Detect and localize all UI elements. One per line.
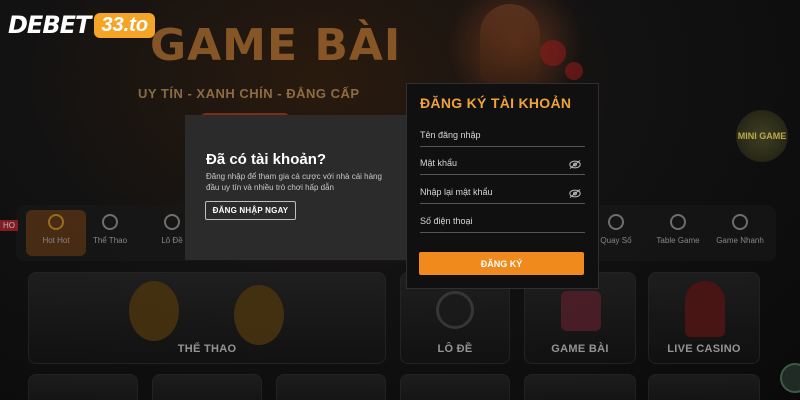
game-card[interactable] (400, 374, 510, 400)
confirm-password-placeholder: Nhập lại mật khẩu (420, 187, 493, 197)
phone-placeholder: Số điện thoại (420, 216, 473, 226)
nav-item-label: Hot Hot (42, 236, 70, 245)
password-field[interactable]: Mật khẩu (420, 151, 585, 175)
nav-item-the-thao[interactable]: Thể Thao (80, 210, 140, 256)
casino-chip-icon (540, 40, 566, 66)
mini-game-label: MINI GAME (737, 131, 787, 141)
nav-item-label: Lô Đề (161, 236, 183, 245)
playing-cards-icon (561, 291, 601, 331)
chat-icon[interactable] (780, 363, 800, 393)
hot-icon (48, 214, 64, 230)
username-field[interactable]: Tên đăng nhập (420, 123, 585, 147)
player-image (129, 281, 179, 341)
nav-item-table-game[interactable]: Table Game (648, 210, 708, 256)
card-label: THỂ THAO (177, 343, 237, 355)
card-label: LIVE CASINO (667, 343, 741, 355)
eye-off-icon[interactable] (569, 189, 581, 198)
eye-off-icon[interactable] (569, 160, 581, 169)
password-placeholder: Mật khẩu (420, 158, 458, 168)
player-image (234, 285, 284, 345)
register-title: ĐĂNG KÝ TÀI KHOẢN (420, 95, 572, 111)
page: DEBET 33.to GAME BÀI UY TÍN - XANH CHÍN … (0, 0, 800, 400)
game-card-the-thao[interactable]: THỂ THAO (28, 272, 386, 364)
register-button[interactable]: ĐĂNG KÝ (419, 252, 584, 275)
lottery-icon (164, 214, 180, 230)
logo-tag: 33.to (94, 12, 156, 38)
casino-chip-icon (565, 62, 583, 80)
login-now-button[interactable]: ĐĂNG NHẬP NGAY (205, 201, 296, 220)
banner-title: GAME BÀI (150, 20, 402, 71)
billiard-ball-icon (436, 291, 474, 329)
nav-item-label: Quay Số (600, 236, 632, 245)
login-prompt-title: Đã có tài khoản? (206, 151, 327, 168)
dice-icon (608, 214, 624, 230)
hot-badge: HO (0, 220, 18, 231)
game-card-live-casino[interactable]: LIVE CASINO (648, 272, 760, 364)
soccer-ball-icon (102, 214, 118, 230)
dealer-image (685, 281, 725, 337)
logo-text: DEBET (8, 11, 91, 39)
confirm-password-field[interactable]: Nhập lại mật khẩu (420, 180, 585, 204)
game-card[interactable] (648, 374, 760, 400)
game-card[interactable] (152, 374, 262, 400)
nav-item-hot[interactable]: Hot Hot (26, 210, 86, 256)
banner-subtitle: UY TÍN - XANH CHÍN - ĐẲNG CẤP (138, 86, 360, 101)
card-label: LÔ ĐỀ (437, 343, 473, 355)
card-label: GAME BÀI (551, 343, 609, 355)
mini-game-badge[interactable]: MINI GAME (736, 110, 788, 162)
nav-item-label: Thể Thao (92, 236, 128, 245)
game-card[interactable] (28, 374, 138, 400)
nav-item-game-nhanh[interactable]: Game Nhanh (710, 210, 770, 256)
nav-item-label: Game Nhanh (716, 236, 764, 245)
login-prompt-description: Đăng nhập để tham gia cá cược với nhà cá… (206, 172, 382, 192)
username-placeholder: Tên đăng nhập (420, 130, 481, 140)
nav-item-label: Table Game (656, 236, 700, 245)
chips-icon (670, 214, 686, 230)
lightning-icon (732, 214, 748, 230)
phone-field[interactable]: Số điện thoại (420, 209, 585, 233)
banner-model-image (480, 4, 540, 82)
game-card[interactable] (276, 374, 386, 400)
game-card[interactable] (524, 374, 636, 400)
site-logo[interactable]: DEBET 33.to (8, 8, 156, 42)
